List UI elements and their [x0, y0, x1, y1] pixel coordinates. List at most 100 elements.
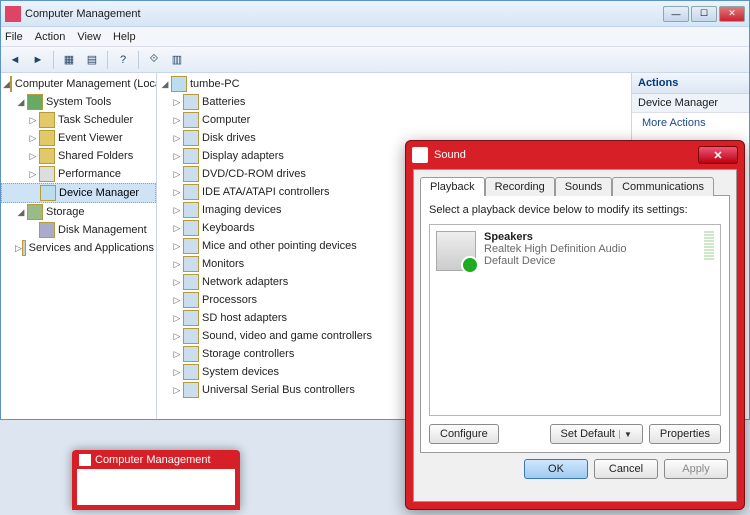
menu-file[interactable]: File [5, 31, 23, 43]
properties-button[interactable]: Properties [649, 424, 721, 444]
thumb-title: Computer Management [95, 454, 211, 466]
collapse-icon[interactable]: ◢ [15, 207, 27, 218]
tree-group-storage[interactable]: ◢Storage [1, 203, 156, 221]
expand-icon[interactable]: ▷ [171, 187, 183, 198]
tree-item-shared-folders[interactable]: ▷Shared Folders [1, 147, 156, 165]
expand-icon[interactable]: ▷ [171, 205, 183, 216]
scan-hardware-button[interactable]: ⟐ [144, 50, 164, 70]
expand-icon[interactable]: ▷ [27, 151, 39, 162]
expand-icon[interactable]: ▷ [171, 331, 183, 342]
collapse-icon[interactable]: ◢ [159, 79, 171, 90]
disk-icon [39, 222, 55, 238]
category-icon [183, 148, 199, 164]
expand-icon[interactable]: ▷ [171, 295, 183, 306]
apply-button[interactable]: Apply [664, 459, 728, 479]
tree-item-event-viewer[interactable]: ▷Event Viewer [1, 129, 156, 147]
properties-button[interactable]: ▤ [82, 50, 102, 70]
tree-label: System Tools [46, 96, 111, 108]
expand-icon[interactable]: ▷ [171, 259, 183, 270]
console-tree[interactable]: ◢ Computer Management (Local ◢ System Too… [1, 73, 157, 419]
tree-root[interactable]: ◢ Computer Management (Local [1, 75, 156, 93]
tree-label: Services and Applications [29, 242, 154, 254]
set-default-button[interactable]: Set Default▼ [550, 424, 643, 444]
menu-action[interactable]: Action [35, 31, 66, 43]
device-item-speakers[interactable]: Speakers Realtek High Definition Audio D… [436, 231, 714, 271]
expand-icon[interactable]: ▷ [27, 115, 39, 126]
expand-icon[interactable]: ▷ [171, 151, 183, 162]
expand-icon[interactable]: ▷ [171, 97, 183, 108]
expand-icon[interactable]: ▷ [171, 241, 183, 252]
tree-item-performance[interactable]: ▷Performance [1, 165, 156, 183]
category-icon [183, 166, 199, 182]
tree-label: Network adapters [202, 276, 288, 288]
device-category[interactable]: ▷Computer [157, 111, 631, 129]
forward-button[interactable]: ► [28, 50, 48, 70]
collapse-icon[interactable]: ◢ [3, 79, 10, 90]
instruction-text: Select a playback device below to modify… [429, 204, 721, 216]
chevron-down-icon[interactable]: ▼ [619, 430, 632, 439]
expand-icon[interactable]: ▷ [27, 169, 39, 180]
tree-label: Keyboards [202, 222, 255, 234]
device-root[interactable]: ◢ tumbe-PC [157, 75, 631, 93]
menu-help[interactable]: Help [113, 31, 136, 43]
tree-label: Computer Management (Local [15, 78, 157, 90]
more-actions-link[interactable]: More Actions [632, 113, 749, 133]
sound-dialog[interactable]: Sound ✕ Playback Recording Sounds Commun… [405, 140, 745, 510]
close-button[interactable]: ✕ [719, 6, 745, 22]
expand-icon[interactable]: ▷ [171, 115, 183, 126]
tab-recording[interactable]: Recording [485, 177, 555, 196]
tree-group-system-tools[interactable]: ◢ System Tools [1, 93, 156, 111]
back-button[interactable]: ◄ [5, 50, 25, 70]
device-list[interactable]: Speakers Realtek High Definition Audio D… [429, 224, 721, 416]
expand-icon[interactable]: ▷ [171, 223, 183, 234]
tab-playback[interactable]: Playback [420, 177, 485, 196]
cancel-button[interactable]: Cancel [594, 459, 658, 479]
expand-icon[interactable]: ▷ [171, 313, 183, 324]
tree-label: Task Scheduler [58, 114, 133, 126]
collapse-icon[interactable]: ◢ [15, 97, 27, 108]
expand-icon[interactable]: ▷ [171, 169, 183, 180]
sound-titlebar[interactable]: Sound ✕ [406, 141, 744, 169]
tree-label: Disk Management [58, 224, 147, 236]
help-button[interactable]: ? [113, 50, 133, 70]
category-icon [183, 220, 199, 236]
tree-label: tumbe-PC [190, 78, 240, 90]
expand-icon[interactable]: ▷ [171, 349, 183, 360]
expand-icon[interactable]: ▷ [171, 367, 183, 378]
tree-group-services[interactable]: ▷ Services and Applications [1, 239, 156, 257]
titlebar[interactable]: Computer Management — ☐ ✕ [1, 1, 749, 27]
speaker-icon [436, 231, 476, 271]
expand-icon[interactable]: ▷ [171, 133, 183, 144]
tree-item-device-manager[interactable]: Device Manager [1, 183, 156, 203]
taskbar-thumbnail[interactable]: Computer Management [72, 450, 240, 510]
tree-label: Imaging devices [202, 204, 282, 216]
device-category[interactable]: ▷ Batteries [157, 93, 631, 111]
maximize-button[interactable]: ☐ [691, 6, 717, 22]
expand-icon[interactable]: ▷ [27, 133, 39, 144]
expand-icon[interactable]: ▷ [171, 277, 183, 288]
thumb-preview [77, 469, 235, 505]
tab-sounds[interactable]: Sounds [555, 177, 612, 196]
tree-item-disk-management[interactable]: Disk Management [1, 221, 156, 239]
show-hide-tree-button[interactable]: ▦ [59, 50, 79, 70]
separator [53, 51, 54, 69]
ok-button[interactable]: OK [524, 459, 588, 479]
actions-header: Actions [632, 73, 749, 94]
minimize-button[interactable]: — [663, 6, 689, 22]
expand-icon[interactable]: ▷ [15, 243, 22, 254]
tree-label: Batteries [202, 96, 245, 108]
sound-close-button[interactable]: ✕ [698, 146, 738, 164]
category-icon [183, 130, 199, 146]
category-icon [183, 274, 199, 290]
expand-icon[interactable]: ▷ [171, 385, 183, 396]
perf-icon [39, 166, 55, 182]
sound-title: Sound [434, 149, 466, 161]
event-icon [39, 130, 55, 146]
menu-view[interactable]: View [77, 31, 101, 43]
actions-section[interactable]: Device Manager [632, 94, 749, 113]
view-devices-button[interactable]: ▥ [167, 50, 187, 70]
configure-button[interactable]: Configure [429, 424, 499, 444]
tree-item-task-scheduler[interactable]: ▷ Task Scheduler [1, 111, 156, 129]
tab-communications[interactable]: Communications [612, 177, 714, 196]
category-icon [183, 328, 199, 344]
